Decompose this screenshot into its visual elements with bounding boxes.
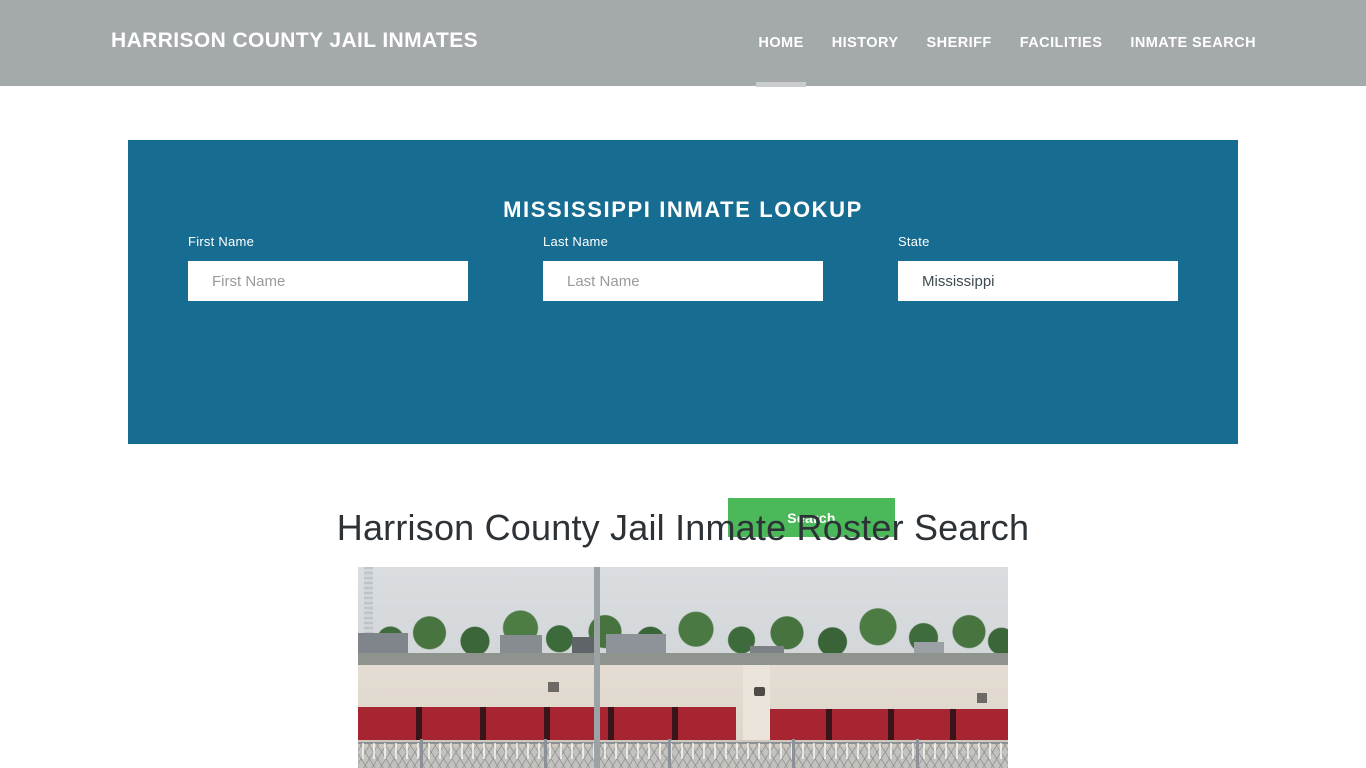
page-title: Harrison County Jail Inmate Roster Searc… <box>336 507 1030 548</box>
photo-wall-lamp <box>754 687 765 696</box>
last-name-input[interactable] <box>543 261 823 301</box>
photo-razor-wire <box>358 743 1008 759</box>
nav-item-inmate-search[interactable]: Inmate Search <box>1116 33 1256 53</box>
photo-fence-post <box>420 739 423 768</box>
photo-roof-structure <box>358 633 408 655</box>
photo-roof-structure <box>606 634 666 655</box>
lookup-fields-row: First Name Last Name State Mississippi <box>128 235 1238 315</box>
nav-item-sheriff[interactable]: Sheriff <box>913 33 1006 53</box>
photo-treeline <box>358 598 1008 658</box>
last-name-label: Last Name <box>543 234 609 249</box>
photo-red-panel-seams <box>770 709 1008 742</box>
photo-red-panel-seams <box>358 707 736 740</box>
nav-item-history[interactable]: History <box>818 33 913 53</box>
site-header: Harrison County Jail Inmates Home Histor… <box>0 0 1366 87</box>
photo-fence-post <box>792 739 795 768</box>
photo-roofline <box>358 653 1008 665</box>
first-name-input[interactable] <box>188 261 468 301</box>
first-name-label: First Name <box>188 234 255 249</box>
site-brand-logo[interactable]: Harrison County Jail Inmates <box>111 30 478 51</box>
photo-wall-pilaster <box>743 665 770 747</box>
photo-wall-vent <box>977 693 987 703</box>
photo-fence-post <box>916 739 919 768</box>
inmate-lookup-panel: Mississippi Inmate Lookup First Name Las… <box>128 140 1238 537</box>
photo-fence-post <box>668 739 671 768</box>
lookup-panel-title: Mississippi Inmate Lookup <box>503 197 863 223</box>
nav-item-home[interactable]: Home <box>744 33 817 87</box>
photo-roof-structure <box>500 635 542 655</box>
facility-photo <box>358 567 1008 768</box>
state-label: State <box>898 234 930 249</box>
main-navigation: Home History Sheriff Facilities Inmate S… <box>744 33 1256 87</box>
state-field-group: State Mississippi <box>898 235 1178 301</box>
photo-wall-vent <box>548 682 559 692</box>
nav-item-facilities[interactable]: Facilities <box>1006 33 1117 53</box>
photo-utility-pole <box>594 567 600 768</box>
state-select[interactable]: Mississippi <box>898 261 1178 301</box>
last-name-field-group: Last Name <box>543 235 823 301</box>
photo-fence-post <box>544 739 547 768</box>
first-name-field-group: First Name <box>188 235 468 301</box>
